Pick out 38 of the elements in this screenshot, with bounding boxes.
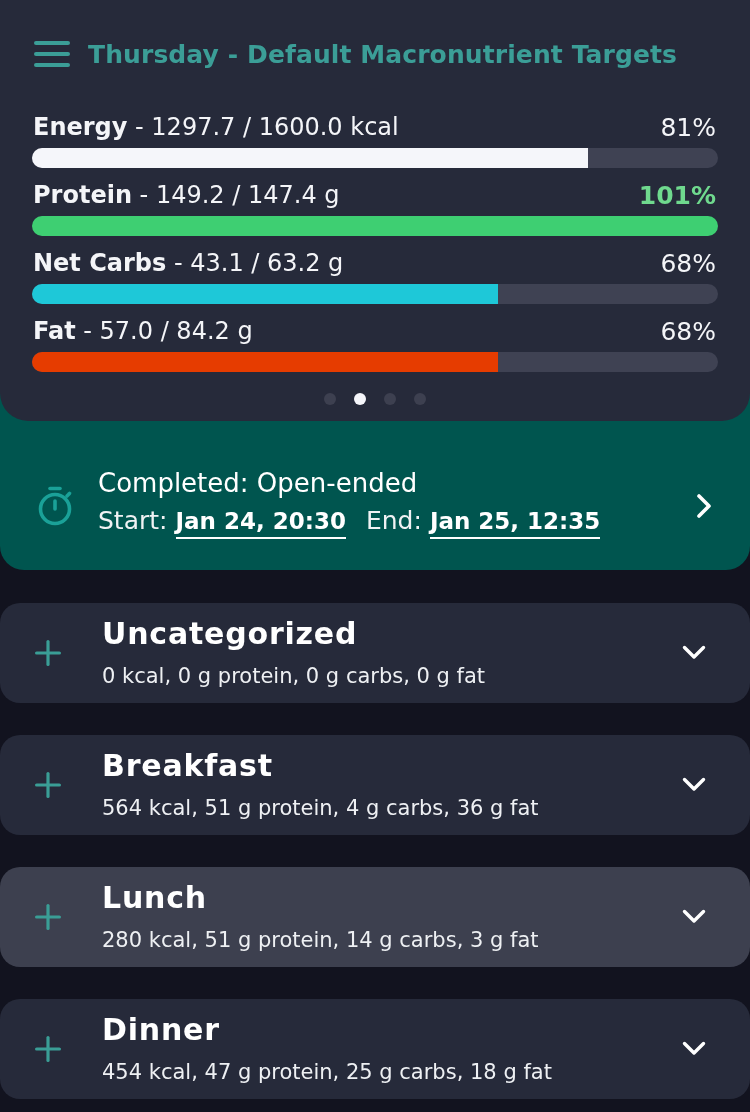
- macro-label: Protein - 149.2 / 147.4 g: [32, 181, 340, 209]
- fasting-status: Completed: Open-ended: [98, 467, 419, 500]
- plus-icon[interactable]: [35, 639, 61, 666]
- meal-card[interactable]: Uncategorized 0 kcal, 0 g protein, 0 g carbs, 0 g fat: [0, 603, 750, 703]
- chevron-down-icon[interactable]: [682, 909, 706, 924]
- macro-percent: 101%: [638, 180, 717, 210]
- macro-percent: 81%: [660, 112, 717, 142]
- meal-summary: 0 kcal, 0 g protein, 0 g carbs, 0 g fat: [102, 663, 487, 690]
- macro-label: Energy - 1297.7 / 1600.0 kcal: [32, 113, 399, 141]
- chevron-right-icon[interactable]: [696, 493, 712, 519]
- meal-name: Uncategorized: [102, 615, 359, 653]
- end-label: End:: [365, 506, 422, 535]
- chevron-down-icon[interactable]: [682, 645, 706, 660]
- plus-icon[interactable]: [35, 771, 61, 798]
- end-time-field[interactable]: Jan 25, 12:35: [429, 508, 601, 539]
- macro-percent: 68%: [660, 248, 717, 278]
- macro-label: Fat - 57.0 / 84.2 g: [32, 317, 253, 345]
- screen-title: Thursday - Default Macronutrient Targets: [88, 39, 678, 69]
- meal-card[interactable]: Breakfast 564 kcal, 51 g protein, 4 g carbs, 36 g fat: [0, 735, 750, 835]
- start-label: Start:: [98, 506, 168, 535]
- meal-name: Breakfast: [102, 747, 274, 785]
- menu-icon[interactable]: [34, 41, 70, 67]
- macro-percent: 68%: [660, 316, 717, 346]
- meal-card[interactable]: Lunch 280 kcal, 51 g protein, 14 g carbs, 3 g fat: [0, 867, 750, 967]
- plus-icon[interactable]: [35, 903, 61, 930]
- meal-name: Dinner: [102, 1011, 221, 1049]
- chevron-down-icon[interactable]: [682, 777, 706, 792]
- meal-summary: 280 kcal, 51 g protein, 14 g carbs, 3 g fat: [102, 927, 540, 954]
- page-indicator-dot[interactable]: [354, 393, 366, 405]
- start-time-field[interactable]: Jan 24, 20:30: [175, 508, 346, 539]
- meal-summary: 454 kcal, 47 g protein, 25 g carbs, 18 g fat: [102, 1059, 553, 1086]
- chevron-down-icon[interactable]: [682, 1041, 706, 1056]
- macro-label: Net Carbs - 43.1 / 63.2 g: [32, 249, 344, 277]
- meal-summary: 564 kcal, 51 g protein, 4 g carbs, 36 g fat: [102, 795, 540, 822]
- meal-name: Lunch: [102, 879, 208, 917]
- stopwatch-icon: [37, 486, 73, 526]
- plus-icon[interactable]: [35, 1035, 61, 1062]
- meal-card[interactable]: Dinner 454 kcal, 47 g protein, 25 g carbs, 18 g fat: [0, 999, 750, 1099]
